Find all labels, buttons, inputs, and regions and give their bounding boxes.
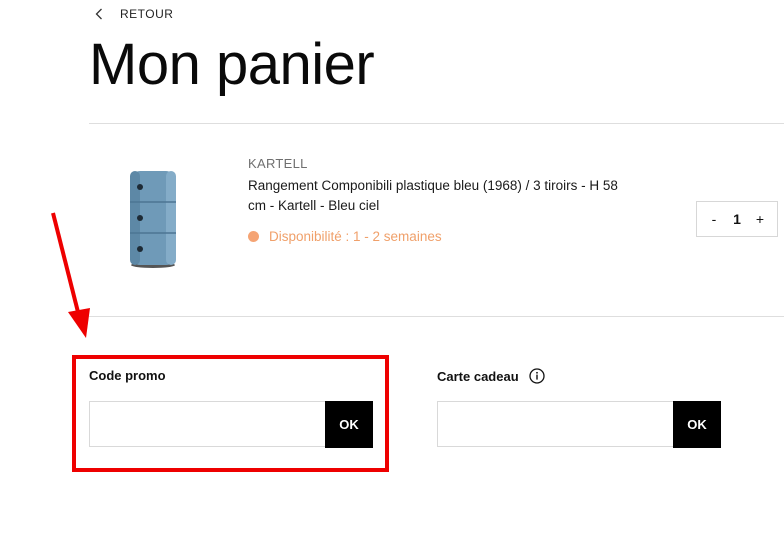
divider	[89, 316, 784, 317]
gift-ok-button[interactable]: OK	[673, 401, 721, 448]
qty-value: 1	[733, 211, 741, 227]
divider	[89, 123, 784, 124]
page-title: Mon panier	[89, 32, 375, 97]
availability-status: Disponibilité : 1 - 2 semaines	[248, 229, 442, 244]
availability-text: Disponibilité : 1 - 2 semaines	[269, 229, 442, 244]
product-image[interactable]	[118, 168, 188, 270]
annotation-arrow-icon	[51, 212, 90, 338]
annotation-highlight-box	[72, 355, 389, 472]
chevron-left-icon	[92, 6, 106, 22]
back-label: RETOUR	[120, 7, 174, 21]
gift-card-label: Carte cadeau	[437, 368, 519, 384]
gift-card-input[interactable]	[437, 401, 673, 447]
quantity-stepper[interactable]: - 1 +	[696, 201, 778, 237]
gift-card-label-row: Carte cadeau	[437, 368, 545, 384]
back-link[interactable]: RETOUR	[92, 6, 173, 22]
qty-decrease-button[interactable]: -	[707, 211, 721, 227]
info-icon[interactable]	[529, 368, 545, 384]
availability-dot-icon	[248, 231, 259, 242]
product-name[interactable]: Rangement Componibili plastique bleu (19…	[248, 176, 628, 216]
product-brand: KARTELL	[248, 156, 308, 171]
qty-increase-button[interactable]: +	[753, 211, 767, 227]
